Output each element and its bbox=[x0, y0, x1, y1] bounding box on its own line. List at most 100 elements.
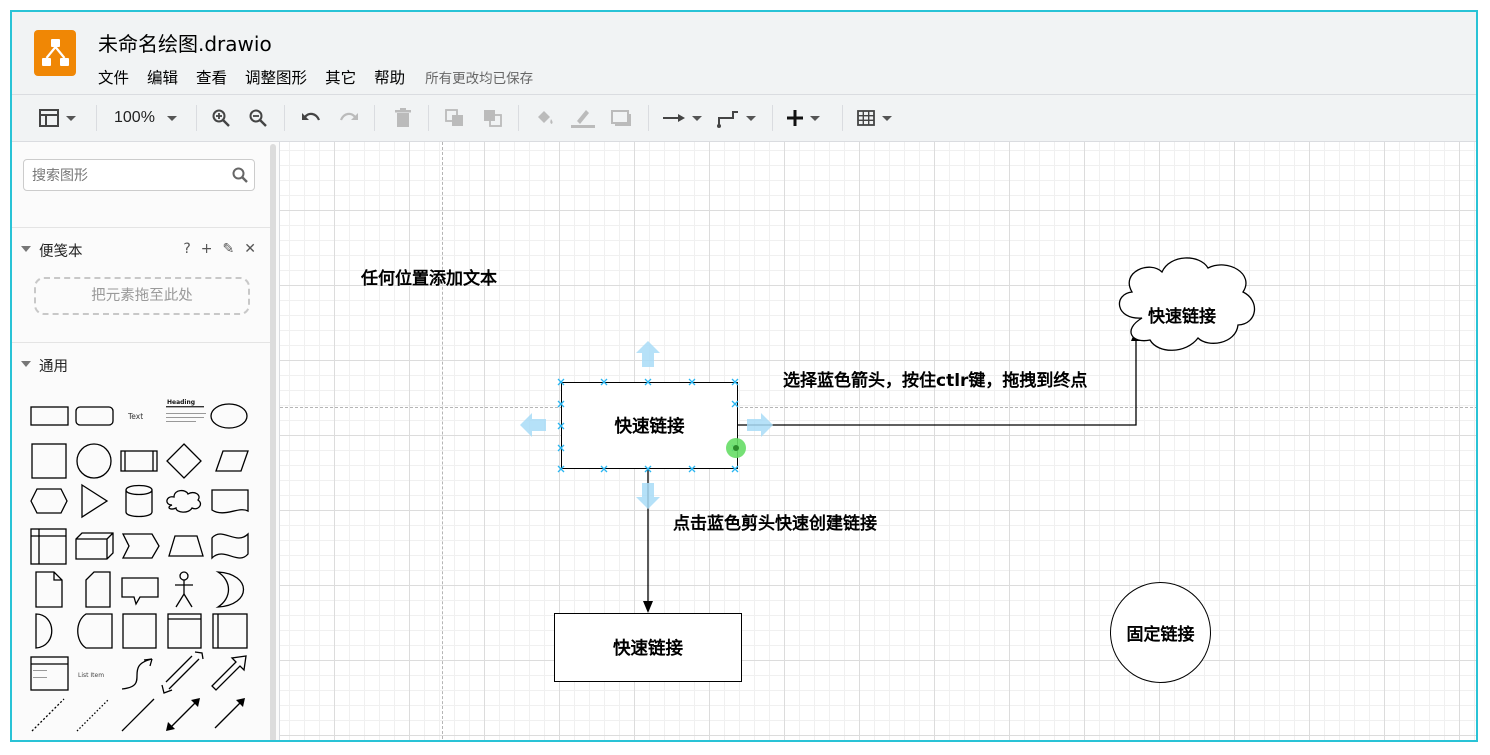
scratchpad-title: 便笺本 bbox=[39, 244, 83, 260]
ellipse-shape bbox=[210, 403, 248, 429]
table-dropdown[interactable] bbox=[856, 105, 892, 131]
insert-plus-icon bbox=[787, 110, 803, 126]
bidirectional-connector-shape bbox=[169, 701, 197, 729]
zoom-dropdown[interactable]: 100% bbox=[114, 105, 177, 131]
menu-edit[interactable]: 编辑 bbox=[147, 66, 178, 88]
sidebar-scrollbar[interactable] bbox=[270, 144, 276, 740]
menu-file[interactable]: 文件 bbox=[98, 66, 129, 88]
toolbar-divider bbox=[96, 105, 97, 131]
shape-search-input[interactable] bbox=[30, 165, 224, 187]
format-panel-button[interactable] bbox=[38, 105, 76, 131]
general-section-header[interactable]: 通用 bbox=[12, 342, 270, 386]
menu-extras[interactable]: 其它 bbox=[325, 66, 356, 88]
scratchpad-header[interactable]: 便笺本 ? + ✎ ✕ bbox=[12, 227, 270, 271]
callout-shape bbox=[121, 577, 159, 606]
toolbar-divider bbox=[428, 105, 429, 131]
table-icon bbox=[857, 110, 875, 126]
app-header: 未命名绘图.drawio 文件 编辑 查看 调整图形 其它 帮助 所有更改均已保… bbox=[12, 12, 1476, 94]
edit-pencil-icon[interactable]: ✎ bbox=[223, 241, 235, 257]
collapse-triangle-icon bbox=[21, 246, 31, 252]
shadow-icon bbox=[611, 110, 631, 126]
rectangle-shape bbox=[30, 406, 69, 426]
chevron-down-icon bbox=[166, 115, 177, 121]
shape-palette-grid[interactable]: Text Heading List Item bbox=[12, 386, 270, 742]
diagram-canvas[interactable]: 任何位置添加文本 选择蓝色箭头，按住ctlr键，拖拽到终点 点击蓝色剪头快速创建… bbox=[280, 142, 1476, 740]
line-color-button[interactable] bbox=[570, 105, 596, 131]
trapezoid-shape bbox=[168, 535, 204, 557]
line-color-icon bbox=[571, 110, 595, 128]
redo-button[interactable] bbox=[338, 105, 360, 131]
to-front-button[interactable] bbox=[444, 105, 466, 131]
toolbar-divider bbox=[374, 105, 375, 131]
collapse-triangle-icon bbox=[21, 361, 31, 367]
waypoints-dropdown[interactable] bbox=[716, 105, 756, 131]
connection-arrow-icon bbox=[663, 114, 685, 122]
document-title[interactable]: 未命名绘图.drawio bbox=[98, 28, 272, 57]
zoom-level: 100% bbox=[114, 109, 155, 126]
toolbar-divider bbox=[196, 105, 197, 131]
curve-shape bbox=[121, 658, 153, 690]
arrow-left-handle[interactable] bbox=[520, 413, 546, 437]
close-icon[interactable]: ✕ bbox=[244, 241, 256, 257]
document-shape bbox=[211, 489, 249, 514]
insert-dropdown[interactable] bbox=[786, 105, 820, 131]
menu-help[interactable]: 帮助 bbox=[374, 66, 405, 88]
toolbar-divider bbox=[518, 105, 519, 131]
connection-style-dropdown[interactable] bbox=[662, 105, 702, 131]
chevron-down-icon bbox=[692, 115, 702, 121]
menu-arrange[interactable]: 调整图形 bbox=[245, 66, 307, 88]
shadow-button[interactable] bbox=[610, 105, 632, 131]
cylinder-shape bbox=[125, 484, 153, 518]
drawio-app-window: 未命名绘图.drawio 文件 编辑 查看 调整图形 其它 帮助 所有更改均已保… bbox=[10, 10, 1478, 742]
undo-icon bbox=[302, 112, 321, 121]
to-back-button[interactable] bbox=[482, 105, 504, 131]
list-item-shape-label: List Item bbox=[78, 672, 104, 679]
internal-storage-shape bbox=[30, 528, 67, 565]
directional-connector-shape bbox=[214, 701, 242, 729]
zoom-in-icon bbox=[212, 109, 230, 127]
arrow-up-handle[interactable] bbox=[636, 341, 660, 367]
to-back-icon bbox=[484, 110, 502, 127]
resize-handles[interactable] bbox=[557, 378, 739, 473]
format-panel-icon bbox=[39, 109, 59, 127]
toolbar-divider bbox=[648, 105, 649, 131]
triangle-shape bbox=[81, 483, 109, 519]
redo-icon bbox=[339, 112, 358, 121]
arrow-down-handle[interactable] bbox=[636, 483, 660, 509]
line-shape bbox=[121, 698, 155, 732]
menu-bar: 文件 编辑 查看 调整图形 其它 帮助 所有更改均已保存 bbox=[98, 66, 533, 88]
fill-color-icon bbox=[538, 111, 553, 124]
toolbar-divider bbox=[284, 105, 285, 131]
waypoints-icon bbox=[717, 111, 738, 128]
toolbar: 100% bbox=[12, 94, 1476, 142]
parallelogram-shape bbox=[215, 450, 249, 472]
zoom-in-button[interactable] bbox=[211, 105, 231, 131]
shape-sidebar: 便笺本 ? + ✎ ✕ 把元素拖至此处 通用 bbox=[12, 142, 280, 742]
rounded-rectangle-shape bbox=[75, 406, 114, 426]
container-shape bbox=[122, 613, 157, 649]
or-shape bbox=[215, 571, 245, 608]
process-shape bbox=[120, 450, 158, 472]
scratchpad-drop-zone[interactable]: 把元素拖至此处 bbox=[34, 277, 250, 315]
bidirectional-arrow-shape bbox=[161, 651, 204, 694]
undo-button[interactable] bbox=[300, 105, 322, 131]
zoom-out-button[interactable] bbox=[248, 105, 268, 131]
selection-overlay bbox=[520, 341, 773, 509]
delete-button[interactable] bbox=[394, 105, 412, 131]
tape-shape bbox=[211, 532, 249, 560]
add-icon[interactable]: + bbox=[201, 241, 213, 257]
drawio-logo bbox=[34, 30, 76, 76]
list-shape bbox=[30, 656, 69, 691]
card-shape bbox=[85, 571, 111, 608]
search-icon[interactable] bbox=[232, 167, 248, 183]
chevron-down-icon bbox=[810, 115, 820, 121]
chevron-down-icon bbox=[882, 115, 892, 121]
help-icon[interactable]: ? bbox=[183, 241, 190, 257]
menu-view[interactable]: 查看 bbox=[196, 66, 227, 88]
fill-color-button[interactable] bbox=[534, 105, 556, 131]
arrow-right-handle[interactable] bbox=[747, 413, 773, 437]
general-shape-palette: Text Heading List Item bbox=[12, 386, 270, 742]
shape-search-box bbox=[23, 159, 255, 191]
heading-shape-label: Heading bbox=[167, 399, 195, 406]
delete-icon bbox=[395, 108, 411, 127]
